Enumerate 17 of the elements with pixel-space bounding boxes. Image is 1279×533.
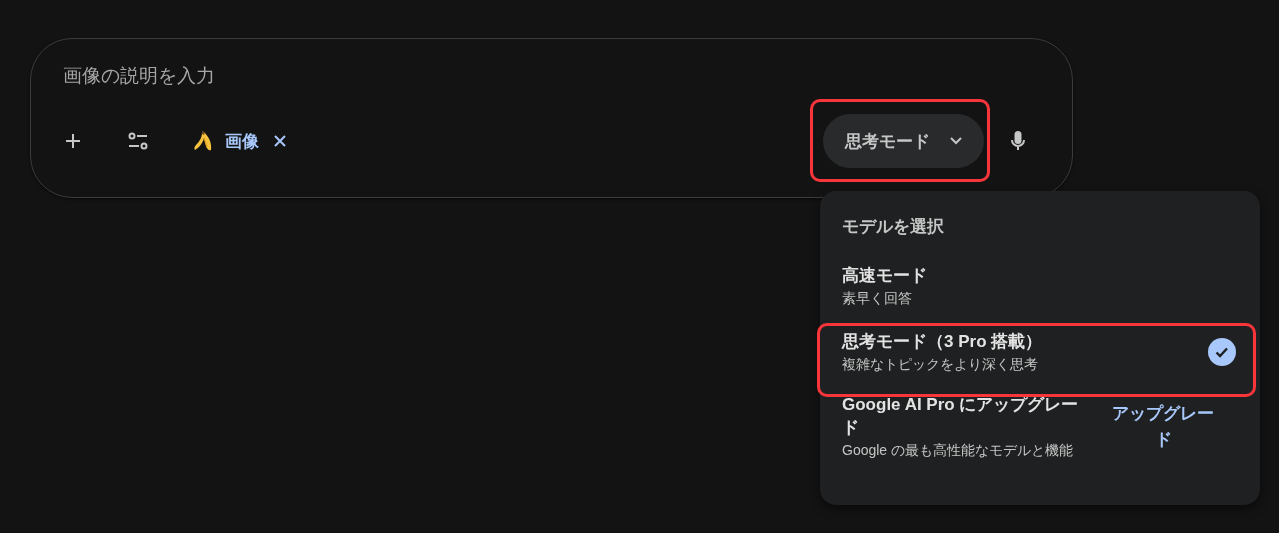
option-title: 思考モード（3 Pro 搭載） <box>842 331 1043 353</box>
image-chip-label[interactable]: 画像 <box>225 129 259 153</box>
upgrade-link[interactable]: アップグレード <box>1108 401 1218 452</box>
model-option[interactable]: 思考モード（3 Pro 搭載） 複雑なトピックをより深く思考 <box>820 319 1260 385</box>
mode-dropdown[interactable]: 思考モード <box>823 114 984 168</box>
option-subtitle: 素早く回答 <box>842 290 913 308</box>
plus-icon[interactable] <box>63 131 83 151</box>
microphone-icon[interactable] <box>1010 130 1026 152</box>
check-icon <box>1208 338 1236 366</box>
menu-title: モデルを選択 <box>842 216 945 238</box>
model-option[interactable]: 高速モード 素早く回答 <box>820 253 1260 319</box>
sliders-icon[interactable] <box>127 131 149 151</box>
prompt-field[interactable]: 画像の説明を入力 <box>63 65 663 87</box>
option-title: 高速モード <box>842 265 927 287</box>
option-subtitle: 複雑なトピックをより深く思考 <box>842 356 1039 374</box>
close-icon[interactable] <box>273 134 287 148</box>
upgrade-subtitle: Google の最も高性能なモデルと機能 <box>842 442 1075 460</box>
